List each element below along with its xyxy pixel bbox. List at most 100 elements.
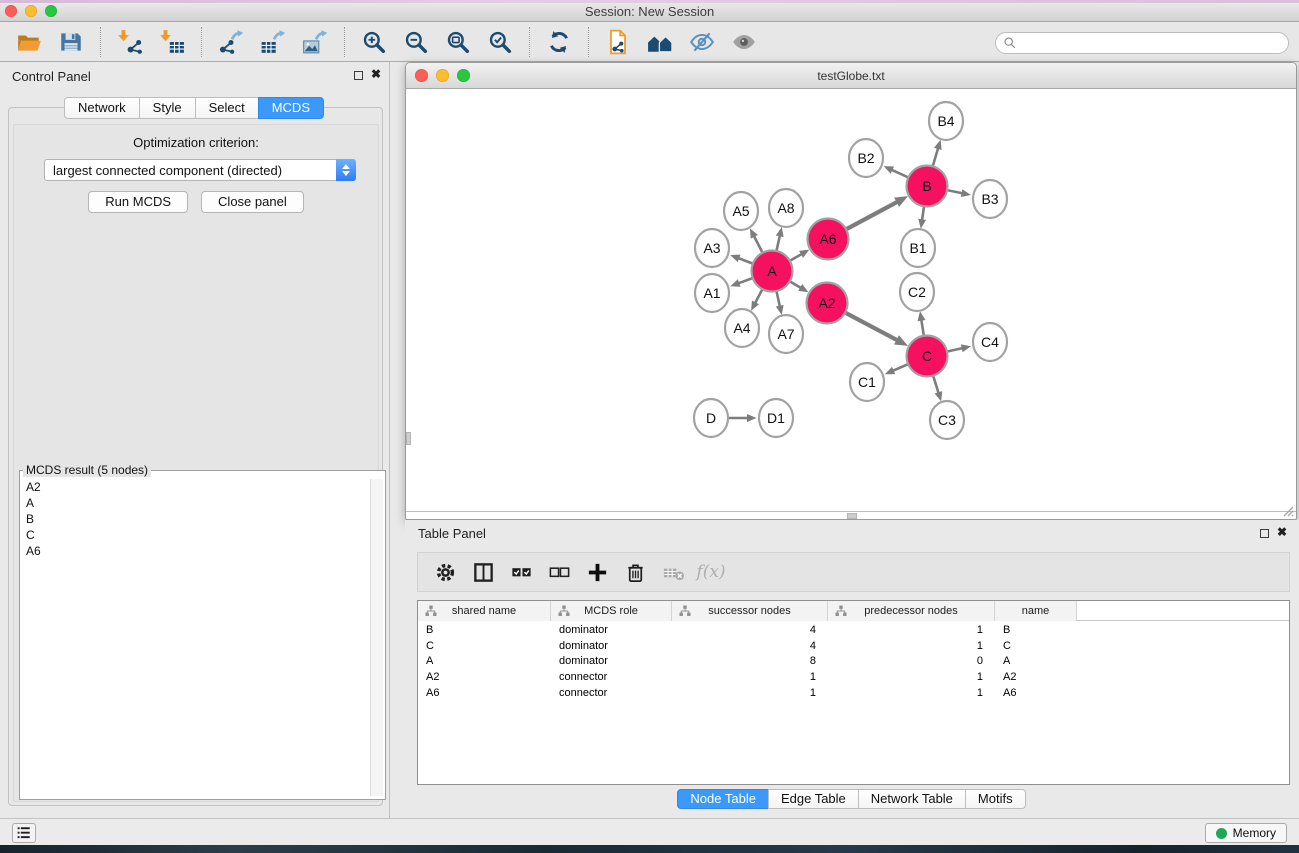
cell-successor-nodes[interactable]: 4 bbox=[672, 624, 828, 636]
node-C3[interactable]: C3 bbox=[930, 401, 964, 439]
node-A2[interactable]: A2 bbox=[807, 283, 848, 324]
cell-mcds-role[interactable]: dominator bbox=[551, 624, 672, 636]
zoom-fit-icon[interactable] bbox=[443, 27, 473, 57]
mcds-result-item[interactable]: A bbox=[26, 495, 385, 511]
column-header-mcds-role[interactable]: MCDS role bbox=[551, 601, 672, 621]
node-B2[interactable]: B2 bbox=[849, 139, 883, 177]
tab-network-table[interactable]: Network Table bbox=[858, 789, 966, 809]
cell-successor-nodes[interactable]: 1 bbox=[672, 687, 828, 699]
search-field[interactable] bbox=[995, 32, 1289, 54]
delete-row-icon[interactable] bbox=[620, 557, 650, 587]
deselect-all-icon[interactable] bbox=[544, 557, 574, 587]
network-window-titlebar[interactable]: testGlobe.txt bbox=[406, 63, 1296, 89]
tab-motifs[interactable]: Motifs bbox=[965, 789, 1026, 809]
table-row[interactable]: Cdominator41C bbox=[418, 638, 1289, 654]
cell-shared-name[interactable]: A bbox=[418, 655, 551, 667]
mcds-result-item[interactable]: C bbox=[26, 527, 385, 543]
vertical-scroll-thumb[interactable] bbox=[406, 432, 411, 445]
tab-style[interactable]: Style bbox=[139, 97, 196, 119]
resize-grip-icon[interactable] bbox=[1281, 504, 1294, 517]
node-B4[interactable]: B4 bbox=[929, 102, 963, 140]
save-session-icon[interactable] bbox=[56, 27, 86, 57]
cell-predecessor-nodes[interactable]: 1 bbox=[828, 640, 995, 652]
cell-successor-nodes[interactable]: 4 bbox=[672, 640, 828, 652]
close-panel-icon[interactable]: ✖ bbox=[371, 67, 381, 81]
show-graphics-details-icon[interactable] bbox=[729, 27, 759, 57]
zoom-selected-icon[interactable] bbox=[485, 27, 515, 57]
column-header-shared-name[interactable]: shared name bbox=[418, 601, 551, 621]
mcds-result-scrollbar[interactable] bbox=[370, 479, 383, 796]
node-A8[interactable]: A8 bbox=[769, 189, 803, 227]
node-C[interactable]: C bbox=[907, 336, 948, 377]
cell-predecessor-nodes[interactable]: 1 bbox=[828, 687, 995, 699]
tab-node-table[interactable]: Node Table bbox=[677, 789, 769, 809]
node-C1[interactable]: C1 bbox=[850, 363, 884, 401]
home-panels-icon[interactable] bbox=[645, 27, 675, 57]
node-D[interactable]: D bbox=[694, 399, 728, 437]
memory-button[interactable]: Memory bbox=[1205, 823, 1287, 843]
node-A6[interactable]: A6 bbox=[808, 219, 849, 260]
cell-shared-name[interactable]: A6 bbox=[418, 687, 551, 699]
hide-graphics-details-icon[interactable] bbox=[687, 27, 717, 57]
cell-predecessor-nodes[interactable]: 1 bbox=[828, 671, 995, 683]
float-panel-icon[interactable] bbox=[354, 71, 363, 80]
search-input[interactable] bbox=[1018, 34, 1288, 52]
node-B1[interactable]: B1 bbox=[901, 229, 935, 267]
cell-predecessor-nodes[interactable]: 1 bbox=[828, 624, 995, 636]
node-A5[interactable]: A5 bbox=[724, 192, 758, 230]
cell-mcds-role[interactable]: dominator bbox=[551, 640, 672, 652]
table-row[interactable]: A6connector11A6 bbox=[418, 685, 1289, 701]
node-A[interactable]: A bbox=[752, 251, 793, 292]
task-history-button[interactable] bbox=[12, 823, 36, 843]
cell-mcds-role[interactable]: connector bbox=[551, 671, 672, 683]
add-row-icon[interactable] bbox=[582, 557, 612, 587]
refresh-view-icon[interactable] bbox=[544, 27, 574, 57]
import-table-icon[interactable] bbox=[157, 27, 187, 57]
node-A3[interactable]: A3 bbox=[695, 229, 729, 267]
optimization-criterion-select[interactable]: largest connected component (directed) bbox=[44, 159, 356, 181]
export-table-icon[interactable] bbox=[258, 27, 288, 57]
column-header-name[interactable]: name bbox=[995, 601, 1077, 621]
mcds-result-item[interactable]: B bbox=[26, 511, 385, 527]
cell-successor-nodes[interactable]: 8 bbox=[672, 655, 828, 667]
new-network-from-selection-icon[interactable] bbox=[603, 27, 633, 57]
horizontal-scroll-thumb[interactable] bbox=[847, 513, 857, 519]
cell-name[interactable]: A bbox=[995, 655, 1077, 667]
tab-edge-table[interactable]: Edge Table bbox=[768, 789, 859, 809]
zoom-in-icon[interactable] bbox=[359, 27, 389, 57]
node-B[interactable]: B bbox=[907, 166, 948, 207]
columns-icon[interactable] bbox=[468, 557, 498, 587]
zoom-out-icon[interactable] bbox=[401, 27, 431, 57]
export-image-icon[interactable] bbox=[300, 27, 330, 57]
node-A7[interactable]: A7 bbox=[769, 315, 803, 353]
node-B3[interactable]: B3 bbox=[973, 180, 1007, 218]
cell-mcds-role[interactable]: connector bbox=[551, 687, 672, 699]
tab-network[interactable]: Network bbox=[64, 97, 140, 119]
cell-successor-nodes[interactable]: 1 bbox=[672, 671, 828, 683]
table-close-panel-icon[interactable]: ✖ bbox=[1277, 525, 1287, 539]
cell-shared-name[interactable]: C bbox=[418, 640, 551, 652]
cell-name[interactable]: C bbox=[995, 640, 1077, 652]
network-canvas[interactable]: B4B2BB3A8A5A6B1A3AA1C2A2A4A7C4CC1DD1C3 bbox=[406, 89, 1296, 512]
table-row[interactable]: A2connector11A2 bbox=[418, 669, 1289, 685]
node-C4[interactable]: C4 bbox=[973, 323, 1007, 361]
table-row[interactable]: Adominator80A bbox=[418, 653, 1289, 669]
cell-predecessor-nodes[interactable]: 0 bbox=[828, 655, 995, 667]
table-row[interactable]: Bdominator41B bbox=[418, 622, 1289, 638]
tab-mcds[interactable]: MCDS bbox=[258, 97, 324, 119]
run-mcds-button[interactable]: Run MCDS bbox=[88, 191, 188, 213]
cell-name[interactable]: A2 bbox=[995, 671, 1077, 683]
column-header-predecessor-nodes[interactable]: predecessor nodes bbox=[828, 601, 995, 621]
cell-shared-name[interactable]: A2 bbox=[418, 671, 551, 683]
mcds-result-item[interactable]: A2 bbox=[26, 479, 385, 495]
tab-select[interactable]: Select bbox=[195, 97, 259, 119]
cell-name[interactable]: B bbox=[995, 624, 1077, 636]
mcds-result-item[interactable]: A6 bbox=[26, 543, 385, 559]
node-A1[interactable]: A1 bbox=[695, 274, 729, 312]
column-header-successor-nodes[interactable]: successor nodes bbox=[672, 601, 828, 621]
table-float-panel-icon[interactable] bbox=[1260, 529, 1269, 538]
import-network-icon[interactable] bbox=[115, 27, 145, 57]
close-panel-button[interactable]: Close panel bbox=[201, 191, 304, 213]
export-network-icon[interactable] bbox=[216, 27, 246, 57]
cell-shared-name[interactable]: B bbox=[418, 624, 551, 636]
